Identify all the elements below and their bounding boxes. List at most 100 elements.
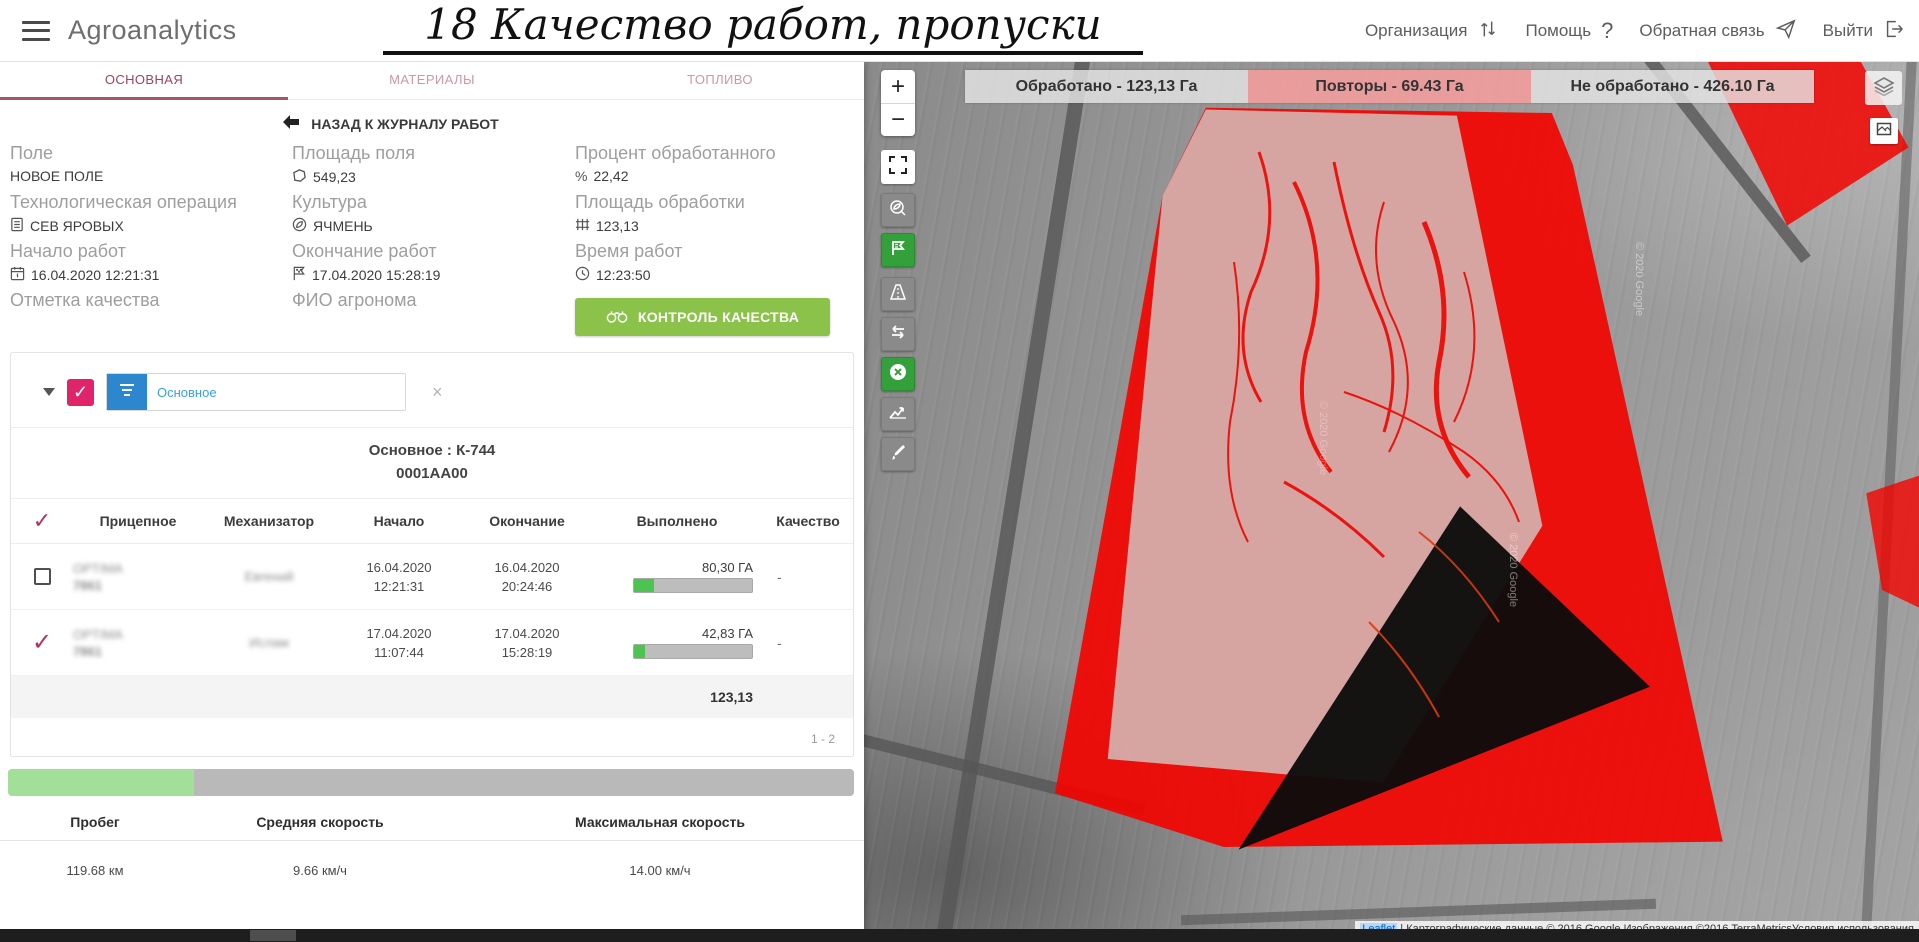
fullscreen-button[interactable]: [881, 150, 915, 184]
tab-materials[interactable]: МАТЕРИАЛЫ: [288, 62, 576, 99]
work-start-label: Начало работ: [10, 241, 286, 262]
map-watermark: © 2020 Google: [1317, 401, 1329, 475]
stat-mileage-label: Пробег: [0, 814, 190, 830]
close-circle-icon: [888, 362, 908, 387]
field-polygon-icon: [889, 239, 907, 262]
filter-clear-icon[interactable]: ×: [432, 382, 443, 403]
chart-button[interactable]: [881, 397, 915, 431]
end-datetime: 17.04.202015:28:19: [463, 624, 591, 662]
help-menu-item[interactable]: Помощь ?: [1525, 18, 1613, 44]
feedback-menu-item[interactable]: Обратная связь: [1639, 18, 1796, 45]
group-title: Основное : К-744: [11, 442, 853, 459]
logout-menu-item[interactable]: Выйти: [1823, 18, 1905, 45]
stat-avg-speed-value: 9.66 км/ч: [190, 863, 450, 878]
culture-label: Культура: [292, 192, 569, 213]
work-start-value: 16.04.2020 12:21:31: [10, 266, 286, 284]
stats-values: 119.68 км 9.66 км/ч 14.00 км/ч: [0, 863, 864, 878]
tab-main[interactable]: ОСНОВНАЯ: [0, 62, 288, 99]
grid-icon: [575, 217, 590, 235]
app-title: Agroanalytics: [68, 15, 237, 46]
filter-row: ✓ Основное ×: [11, 353, 853, 427]
field-layer-button[interactable]: [881, 233, 915, 267]
calendar-icon: [10, 266, 25, 284]
brush-icon: [889, 443, 907, 466]
row-checkbox[interactable]: [34, 568, 51, 585]
operator-name: Евгений: [203, 568, 335, 585]
table-row[interactable]: ✓ OPTIMA7861 Ислам 17.04.202011:07:44 17…: [11, 610, 853, 676]
field-area-value: 549,23: [292, 168, 569, 186]
page-title: 18 Качество работ, пропуски: [383, 0, 1143, 55]
logout-label: Выйти: [1823, 21, 1873, 41]
works-card: ✓ Основное × Основное : К-744 0001АА00 ✓…: [10, 352, 854, 757]
swap-direction-button[interactable]: [881, 317, 915, 351]
road-layer-button[interactable]: [881, 277, 915, 311]
group-checkbox[interactable]: ✓: [67, 379, 94, 406]
row-check-icon[interactable]: ✓: [11, 628, 73, 657]
hamburger-menu-icon[interactable]: [22, 21, 50, 41]
group-subtitle: 0001АА00: [11, 465, 853, 482]
scrollbar-thumb[interactable]: [250, 930, 296, 941]
crop-frame-icon: [1876, 122, 1892, 141]
field-value: НОВОЕ ПОЛЕ: [10, 168, 286, 184]
clock-icon: [575, 266, 590, 284]
logout-icon: [1883, 18, 1905, 45]
map-view[interactable]: Обработано - 123,13 Га Повторы - 69.43 Г…: [864, 62, 1919, 942]
legend-not-worked: Не обработано - 426.10 Га: [1531, 70, 1814, 103]
back-to-journal-link[interactable]: НАЗАД К ЖУРНАЛУ РАБОТ: [180, 114, 600, 133]
organization-menu-item[interactable]: Организация: [1365, 18, 1500, 45]
percent-done-label: Процент обработанного: [575, 143, 858, 164]
work-end-value: 17.04.2020 15:28:19: [292, 266, 569, 284]
legend-worked: Обработано - 123,13 Га: [965, 70, 1248, 103]
finish-flag-icon: [292, 266, 306, 284]
quality-control-button[interactable]: КОНТРОЛЬ КАЧЕСТВА: [575, 298, 830, 336]
fullscreen-icon: [889, 156, 907, 179]
done-progress: [633, 578, 753, 593]
col-start: Начало: [335, 513, 463, 529]
trailer-name: OPTIMA7861: [73, 626, 203, 660]
quality-control-label: КОНТРОЛЬ КАЧЕСТВА: [638, 309, 799, 325]
organization-label: Организация: [1365, 21, 1468, 41]
culture-view-button[interactable]: [881, 193, 915, 227]
header-check-icon[interactable]: ✓: [11, 508, 73, 534]
operation-value: СЕВ ЯРОВЫХ: [10, 217, 286, 235]
quality-value: -: [763, 635, 853, 651]
col-trailer: Прицепное: [73, 513, 203, 529]
feedback-label: Обратная связь: [1639, 21, 1764, 41]
filter-list-icon: [118, 383, 136, 402]
field-label: Поле: [10, 143, 286, 164]
work-area-value: 123,13: [575, 217, 858, 235]
zoom-control: + −: [881, 70, 915, 136]
table-row[interactable]: OPTIMA7861 Евгений 16.04.202012:21:31 16…: [11, 544, 853, 610]
work-time-label: Время работ: [575, 241, 858, 262]
header-menu: Организация Помощь ? Обратная связь Вы: [1365, 0, 1905, 62]
agronomist-label: ФИО агронома: [292, 290, 569, 311]
help-label: Помощь: [1525, 21, 1591, 41]
horizontal-scrollbar[interactable]: [0, 929, 1919, 942]
quality-value: -: [763, 569, 853, 585]
field-area-label: Площадь поля: [292, 143, 569, 164]
binoculars-icon: [606, 308, 628, 327]
stats-header: Пробег Средняя скорость Максимальная ско…: [0, 814, 864, 841]
filter-input[interactable]: Основное: [147, 374, 405, 410]
done-cell: 80,30 ГА: [591, 560, 763, 593]
layers-button[interactable]: [1865, 71, 1902, 105]
sync-arrows-icon: [1477, 18, 1499, 45]
back-arrow-icon: [281, 114, 301, 133]
top-header: Agroanalytics 18 Качество работ, пропуск…: [0, 0, 1919, 62]
screenshot-area-button[interactable]: [1870, 118, 1898, 144]
layers-icon: [1873, 76, 1895, 101]
draw-button[interactable]: [881, 437, 915, 471]
zoom-in-button[interactable]: +: [881, 70, 915, 103]
pagination[interactable]: 1 - 2: [11, 718, 853, 756]
repeat-track-scribbles: [864, 62, 1919, 942]
collapse-caret-icon[interactable]: [43, 388, 55, 396]
trailer-name: OPTIMA7861: [73, 560, 203, 594]
work-end-label: Окончание работ: [292, 241, 569, 262]
zoom-out-button[interactable]: −: [881, 103, 915, 136]
clear-selection-button[interactable]: [881, 357, 915, 391]
table-header: ✓ Прицепное Механизатор Начало Окончание…: [11, 498, 853, 544]
work-area-label: Площадь обработки: [575, 192, 858, 213]
filter-list-button[interactable]: [107, 374, 147, 410]
tab-fuel[interactable]: ТОПЛИВО: [576, 62, 864, 99]
leaf-circle-icon: [889, 199, 907, 222]
